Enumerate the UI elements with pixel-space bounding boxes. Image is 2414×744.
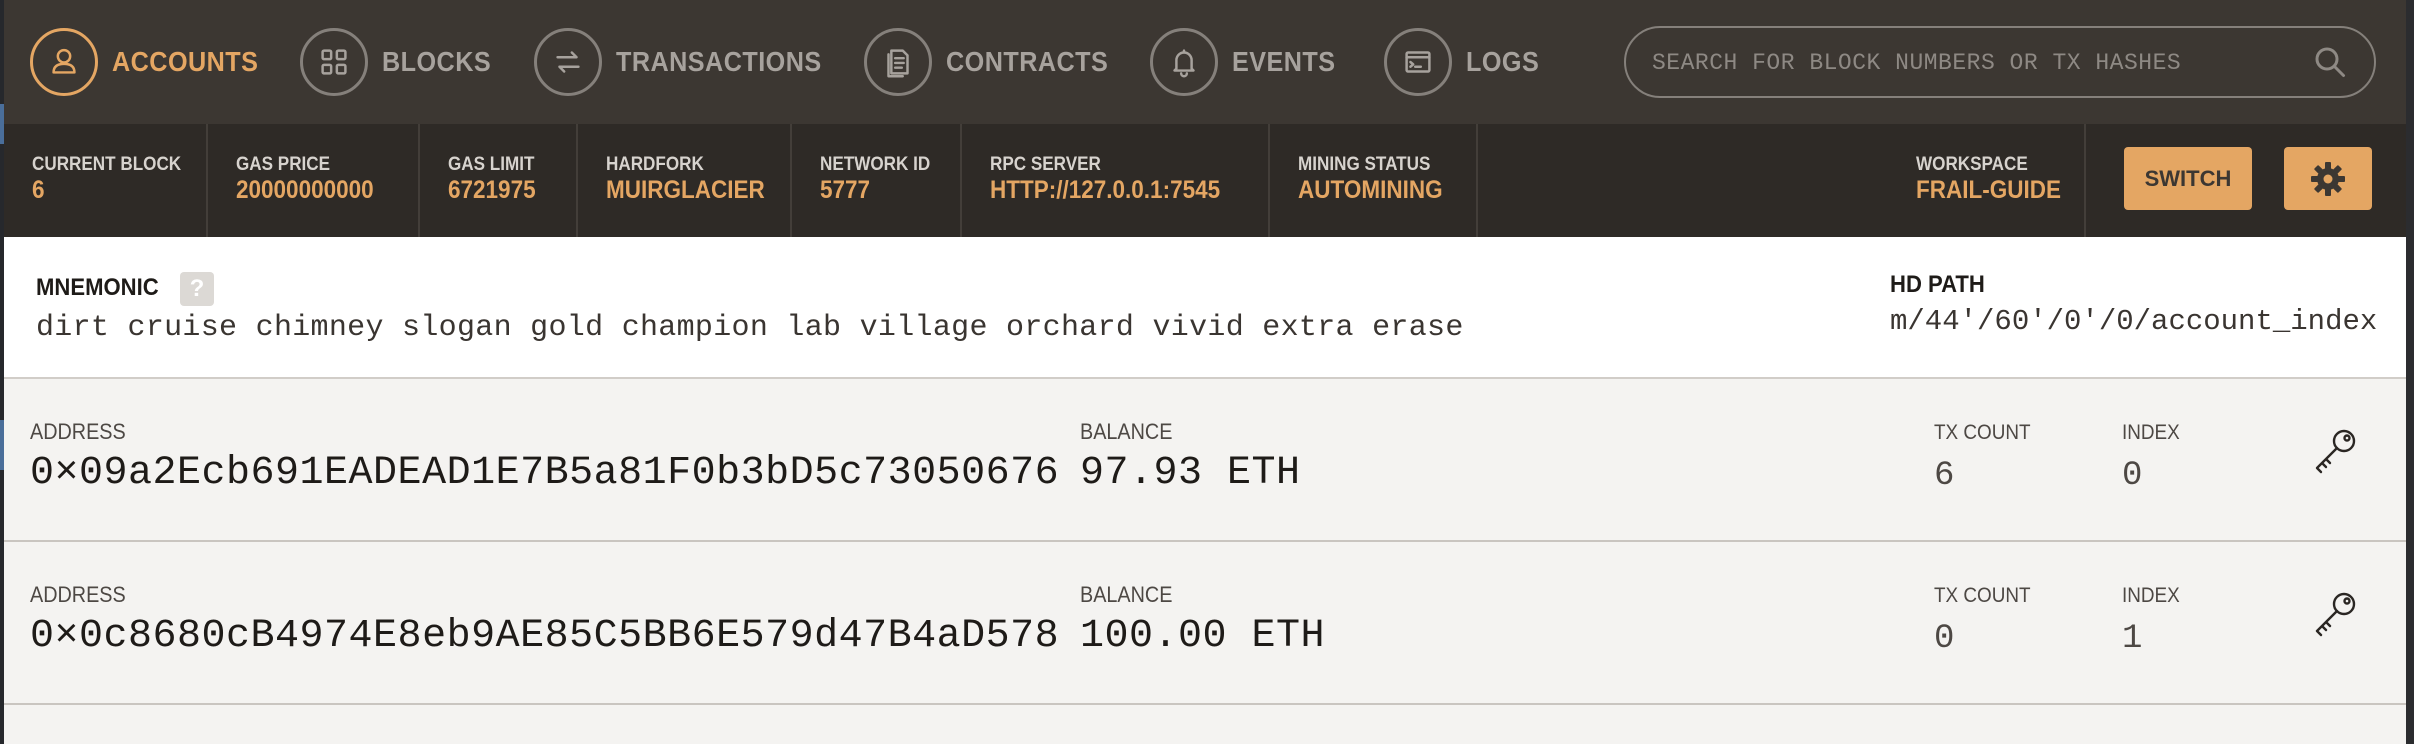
account-row[interactable]: ADDRESS 0×0c8680cB4974E8eb9AE85C5BB6E579… xyxy=(4,542,2406,705)
stat-value: HTTP://127.0.0.1:7545 xyxy=(990,176,1221,204)
stat-value: FRAIL-GUIDE xyxy=(1916,176,2061,204)
stat-label: NETWORK ID xyxy=(820,154,931,175)
stat-label: MINING STATUS xyxy=(1298,154,1431,175)
address-label: ADDRESS xyxy=(30,419,126,444)
stat-gas-limit: GAS LIMIT 6721975 xyxy=(420,124,578,237)
mnemonic-panel: MNEMONIC ? dirt cruise chimney slogan go… xyxy=(4,237,2406,379)
nav-accounts-label: ACCOUNTS xyxy=(112,46,259,77)
stat-value: 6 xyxy=(32,176,45,204)
settings-button[interactable] xyxy=(2284,147,2372,210)
tx-count-label: TX COUNT xyxy=(1934,584,2031,607)
stat-label: GAS PRICE xyxy=(236,154,331,175)
stat-workspace: WORKSPACE FRAIL-GUIDE xyxy=(1888,124,2086,237)
account-balance: 100.00 ETH xyxy=(1080,614,1326,659)
nav-logs-label: LOGS xyxy=(1466,46,1540,77)
stat-hardfork: HARDFORK MUIRGLACIER xyxy=(578,124,792,237)
account-index: 0 xyxy=(2122,457,2143,495)
ganache-window: ACCOUNTS BLOCKS TRANSACTIONS CONTRACTS E… xyxy=(4,0,2406,744)
stat-value: 6721975 xyxy=(448,176,536,204)
stat-label: CURRENT BLOCK xyxy=(32,154,182,175)
stat-value: 5777 xyxy=(820,176,871,204)
nav-transactions-label: TRANSACTIONS xyxy=(616,46,822,77)
stat-current-block: CURRENT BLOCK 6 xyxy=(4,124,208,237)
mnemonic-words: dirt cruise chimney slogan gold champion… xyxy=(36,311,1464,345)
nav-accounts[interactable]: ACCOUNTS xyxy=(30,26,275,98)
account-index: 1 xyxy=(2122,620,2143,658)
index-label: INDEX xyxy=(2122,584,2180,607)
account-balance: 97.93 ETH xyxy=(1080,451,1301,496)
search-box xyxy=(1624,26,2376,98)
tx-count-label: TX COUNT xyxy=(1934,421,2031,444)
stat-label: HARDFORK xyxy=(606,154,704,175)
bell-icon xyxy=(1150,28,1218,96)
terminal-icon xyxy=(1384,28,1452,96)
nav-contracts[interactable]: CONTRACTS xyxy=(864,26,1126,98)
stat-network-id: NETWORK ID 5777 xyxy=(792,124,962,237)
account-row[interactable]: ADDRESS 0×09a2Ecb691EADEAD1E7B5a81F0b3bD… xyxy=(4,379,2406,542)
switch-workspace-button[interactable]: SWITCH xyxy=(2124,147,2252,210)
search-input[interactable] xyxy=(1650,28,2294,98)
nav-events[interactable]: EVENTS xyxy=(1150,26,1347,98)
grid-icon xyxy=(300,28,368,96)
nav-events-label: EVENTS xyxy=(1232,46,1336,77)
stat-label: RPC SERVER xyxy=(990,154,1101,175)
nav-blocks-label: BLOCKS xyxy=(382,46,492,77)
stat-rpc-server: RPC SERVER HTTP://127.0.0.1:7545 xyxy=(962,124,1270,237)
key-icon[interactable] xyxy=(2304,586,2364,646)
balance-label: BALANCE xyxy=(1080,419,1173,444)
account-address: 0×09a2Ecb691EADEAD1E7B5a81F0b3bD5c730506… xyxy=(30,451,1060,496)
help-icon[interactable]: ? xyxy=(180,272,214,306)
hd-path-label: HD PATH xyxy=(1890,271,1985,298)
nav-logs[interactable]: LOGS xyxy=(1384,26,1547,98)
hd-path-value: m/44'/60'/0'/0/account_index xyxy=(1890,305,2378,338)
stat-gas-price: GAS PRICE 20000000000 xyxy=(208,124,420,237)
stat-mining-status: MINING STATUS AUTOMINING xyxy=(1270,124,1478,237)
mnemonic-label: MNEMONIC xyxy=(36,274,159,301)
stat-value: 20000000000 xyxy=(236,176,374,204)
status-bar: CURRENT BLOCK 6 GAS PRICE 20000000000 GA… xyxy=(4,124,2406,237)
index-label: INDEX xyxy=(2122,421,2180,444)
account-address: 0×0c8680cB4974E8eb9AE85C5BB6E579d47B4aD5… xyxy=(30,614,1060,659)
gear-icon xyxy=(2311,161,2345,196)
nav-contracts-label: CONTRACTS xyxy=(946,46,1109,77)
top-nav: ACCOUNTS BLOCKS TRANSACTIONS CONTRACTS E… xyxy=(4,0,2406,124)
nav-blocks[interactable]: BLOCKS xyxy=(300,26,503,98)
stat-label: GAS LIMIT xyxy=(448,154,535,175)
user-icon xyxy=(30,28,98,96)
scrollbar[interactable] xyxy=(2406,0,2414,744)
search-icon[interactable] xyxy=(2312,44,2348,80)
stat-label: WORKSPACE xyxy=(1916,154,2028,175)
document-icon xyxy=(864,28,932,96)
account-tx-count: 6 xyxy=(1934,457,1955,495)
balance-label: BALANCE xyxy=(1080,582,1173,607)
stat-value: AUTOMINING xyxy=(1298,176,1443,204)
account-tx-count: 0 xyxy=(1934,620,1955,658)
key-icon[interactable] xyxy=(2304,423,2364,483)
stat-value: MUIRGLACIER xyxy=(606,176,765,204)
swap-arrows-icon xyxy=(534,28,602,96)
nav-transactions[interactable]: TRANSACTIONS xyxy=(534,26,844,98)
address-label: ADDRESS xyxy=(30,582,126,607)
